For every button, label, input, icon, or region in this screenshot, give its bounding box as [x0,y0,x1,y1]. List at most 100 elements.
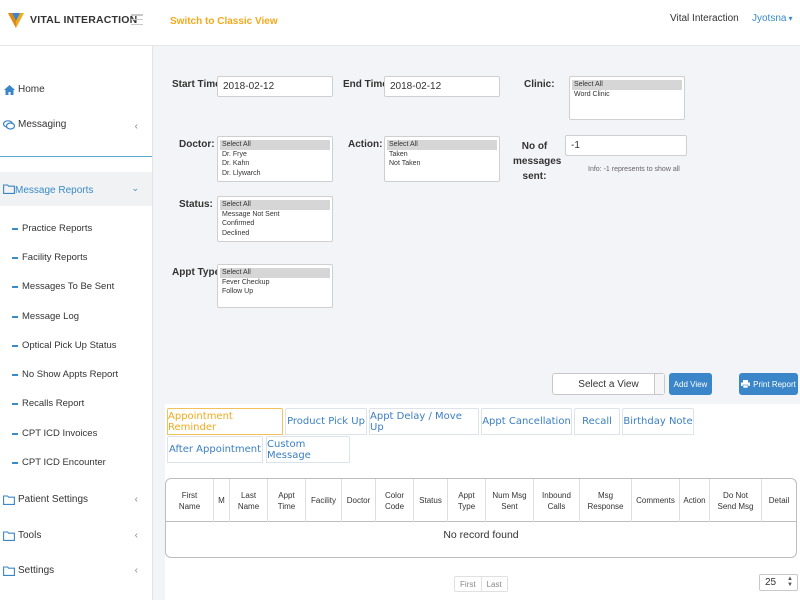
select-option[interactable]: Select All [220,268,330,278]
sidebar-subitem-label: Messages To Be Sent [22,281,115,292]
add-view-button[interactable]: Add View [669,373,712,395]
sidebar-subitem-optical-pick-up-status[interactable]: Optical Pick Up Status [12,340,117,351]
column-m[interactable]: M [214,479,230,522]
column-header-line: Status [419,496,442,505]
sidebar-item-messaging[interactable]: Messaging [3,119,66,130]
dropdown-toggle[interactable] [654,374,664,394]
column-last-name[interactable]: Last Name [230,479,268,522]
sidebar-subitem-label: Optical Pick Up Status [22,340,117,351]
dash-icon [12,461,18,464]
column-color-code[interactable]: Color Code [376,479,414,522]
logo[interactable]: VITAL INTERACTION [6,10,137,30]
main-content: Start Time: 2018-02-12 End Time: 2018-02… [153,46,800,600]
sidebar-subitem-no-show-appts-report[interactable]: No Show Appts Report [12,369,118,380]
dash-icon [12,344,18,347]
select-view-dropdown[interactable]: Select a View [552,373,665,395]
sidebar: Home Messaging ‹ Message Reports ⌄ Pract… [0,46,153,600]
column-header-line: Msg [597,490,614,500]
tab-appt-cancellation[interactable]: Appt Cancellation [481,408,572,435]
no-of-messages-input[interactable]: -1 [565,135,687,156]
tab-appointment-reminder[interactable]: Appointment Reminder [167,408,283,435]
sidebar-subitem-facility-reports[interactable]: Facility Reports [12,252,87,263]
home-icon [3,84,15,95]
column-facility[interactable]: Facility [306,479,342,522]
pagination-last[interactable]: Last [480,577,507,591]
sidebar-subitem-cpt-icd-invoices[interactable]: CPT ICD Invoices [12,428,97,439]
tab-custom-message[interactable]: Custom Message [266,436,350,463]
select-option[interactable]: Follow Up [220,287,330,297]
tab-recall[interactable]: Recall [574,408,620,435]
tab-after-appointment[interactable]: After Appointment [167,436,263,463]
column-appt-type[interactable]: Appt Type [448,479,486,522]
column-do-not-send-msg[interactable]: Do Not Send Msg [710,479,762,522]
column-header-line: Action [683,496,706,505]
comments-icon [3,119,15,130]
column-status[interactable]: Status [414,479,448,522]
column-appt-time[interactable]: Appt Time [268,479,306,522]
select-option[interactable]: Word Clinic [572,90,682,100]
sidebar-item-message-reports[interactable]: Message Reports ⌄ [0,172,152,206]
column-header-line: Appt [458,490,475,500]
clinic-label: Clinic: [524,79,555,90]
column-action[interactable]: Action [680,479,710,522]
brand-name: VITAL INTERACTION [30,14,138,26]
sidebar-subitem-messages-to-be-sent[interactable]: Messages To Be Sent [12,281,114,292]
sidebar-item-tools[interactable]: Tools [3,530,41,541]
org-name: Vital Interaction [670,13,739,24]
select-option[interactable]: Fever Checkup [220,278,330,288]
sidebar-subitem-cpt-icd-encounter[interactable]: CPT ICD Encounter [12,457,106,468]
sidebar-subitem-recalls-report[interactable]: Recalls Report [12,398,84,409]
sidebar-subitem-message-log[interactable]: Message Log [12,311,79,322]
sidebar-subitem-practice-reports[interactable]: Practice Reports [12,223,92,234]
column-header-line: Time [277,501,296,511]
column-header-line: Send Msg [717,501,754,511]
print-report-button[interactable]: Print Report [739,373,798,395]
select-option[interactable]: Message Not Sent [220,210,330,220]
select-option[interactable]: Select All [220,200,330,210]
column-header-line: Code [384,501,405,511]
sidebar-item-patient-settings[interactable]: Patient Settings [3,494,88,505]
column-msg-response[interactable]: Msg Response [580,479,632,522]
column-first-name[interactable]: First Name [166,479,214,522]
column-doctor[interactable]: Doctor [342,479,376,522]
select-option[interactable]: Select All [220,140,330,150]
select-option[interactable]: Confirmed [220,219,330,229]
select-option[interactable]: Select All [387,140,497,150]
tab-product-pick-up[interactable]: Product Pick Up [285,408,367,435]
column-comments[interactable]: Comments [632,479,680,522]
chevron-left-icon: ‹ [134,494,138,505]
tab-appt-delay-move-up[interactable]: Appt Delay / Move Up [369,408,479,435]
sidebar-subitem-label: CPT ICD Encounter [22,457,106,468]
status-select[interactable]: Select All Message Not Sent Confirmed De… [217,196,333,242]
dash-icon [12,315,18,318]
select-option[interactable]: Dr. Llywarch [220,169,330,179]
select-option[interactable]: Dr. Frye [220,150,330,160]
page-size-select[interactable]: 25 ▲ ▼ [759,574,798,591]
sidebar-subitem-label: Message Log [22,311,80,322]
user-menu[interactable]: Jyotsna ▾ [752,13,792,24]
select-option[interactable]: Declined [220,229,330,239]
doctor-select[interactable]: Select All Dr. Frye Dr. Kahn Dr. Llywarc… [217,136,333,182]
label-line: No of [521,141,548,152]
select-option[interactable]: Dr. Kahn [220,159,330,169]
sidebar-item-home[interactable]: Home [3,84,45,95]
select-option[interactable]: Select All [572,80,682,90]
appt-type-select[interactable]: Select All Fever Checkup Follow Up [217,264,333,308]
column-header-line: Sent [501,501,518,511]
column-num-msg-sent[interactable]: Num Msg Sent [486,479,534,522]
clinic-select[interactable]: Select All Word Clinic [569,76,685,120]
sidebar-item-settings[interactable]: Settings [3,565,54,576]
start-time-input[interactable]: 2018-02-12 [217,76,333,97]
pagination-first[interactable]: First [455,577,481,591]
select-option[interactable]: Not Taken [387,159,497,169]
column-detail[interactable]: Detail [762,479,796,522]
select-option[interactable]: Taken [387,150,497,160]
action-select[interactable]: Select All Taken Not Taken [384,136,500,182]
column-inbound-calls[interactable]: Inbound Calls [534,479,580,522]
sidebar-subitem-label: Recalls Report [22,398,85,409]
hamburger-menu-icon[interactable] [131,14,143,25]
switch-classic-view-link[interactable]: Switch to Classic View [170,16,278,27]
label-line: messages [513,156,562,167]
end-time-input[interactable]: 2018-02-12 [384,76,500,97]
tab-birthday-note[interactable]: Birthday Note [622,408,694,435]
